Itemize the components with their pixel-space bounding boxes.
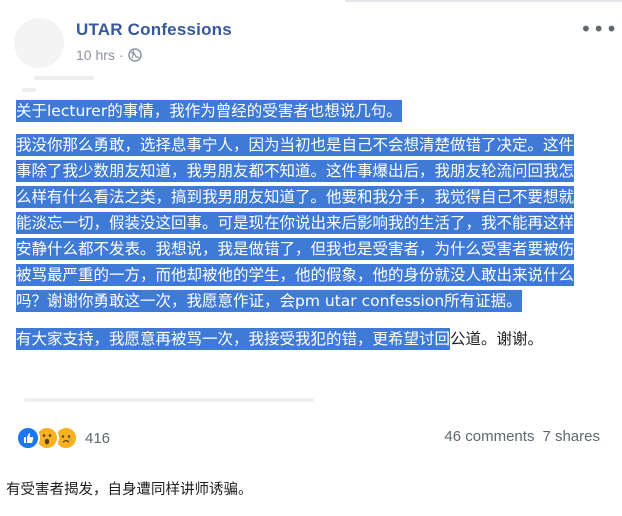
faint-text-artifact bbox=[34, 76, 94, 80]
engagement-stats: 46 comments 7 shares bbox=[444, 428, 600, 445]
page-name-link[interactable]: UTAR Confessions bbox=[76, 20, 232, 40]
top-divider bbox=[345, 0, 622, 2]
comments-count-link[interactable]: 46 comments bbox=[444, 428, 534, 445]
highlighted-text: 关于lecturer的事情，我作为曾经的受害者也想说几句。 bbox=[16, 100, 402, 122]
like-icon bbox=[16, 426, 40, 450]
faint-text-artifact bbox=[22, 88, 36, 92]
plain-text: 公道。谢谢。 bbox=[450, 330, 544, 348]
shares-count-link[interactable]: 7 shares bbox=[542, 428, 600, 445]
post-paragraph-3: 有大家支持，我愿意再被骂一次，我接受我犯的错，更希望讨回公道。谢谢。 bbox=[16, 326, 586, 352]
more-options-icon[interactable]: ••• bbox=[580, 19, 618, 39]
highlighted-text: 有大家支持，我愿意再被骂一次，我接受我犯的错，更希望讨回 bbox=[16, 328, 451, 350]
page-avatar[interactable] bbox=[14, 18, 64, 68]
post-paragraph-1: 关于lecturer的事情，我作为曾经的受害者也想说几句。 bbox=[16, 98, 586, 124]
post-timestamp[interactable]: 10 hrs bbox=[76, 47, 115, 63]
highlighted-text: 我没你那么勇敢，选择息事宁人，因为当初也是自己不会想清楚做错了决定。这件事除了我… bbox=[16, 134, 575, 312]
facebook-post-card: UTAR Confessions 10 hrs · ••• 关于lecturer… bbox=[0, 0, 622, 462]
post-meta: 10 hrs · bbox=[76, 47, 142, 63]
globe-icon[interactable] bbox=[127, 48, 142, 62]
image-caption: 有受害者揭发，自身遭同样讲师诱骗。 bbox=[6, 482, 253, 498]
faint-text-artifact bbox=[24, 398, 314, 402]
post-paragraph-2: 我没你那么勇敢，选择息事宁人，因为当初也是自己不会想清楚做错了决定。这件事除了我… bbox=[16, 132, 586, 314]
reactions-summary[interactable]: 416 bbox=[16, 426, 110, 450]
meta-separator: · bbox=[118, 47, 124, 63]
reaction-count: 416 bbox=[85, 429, 111, 447]
